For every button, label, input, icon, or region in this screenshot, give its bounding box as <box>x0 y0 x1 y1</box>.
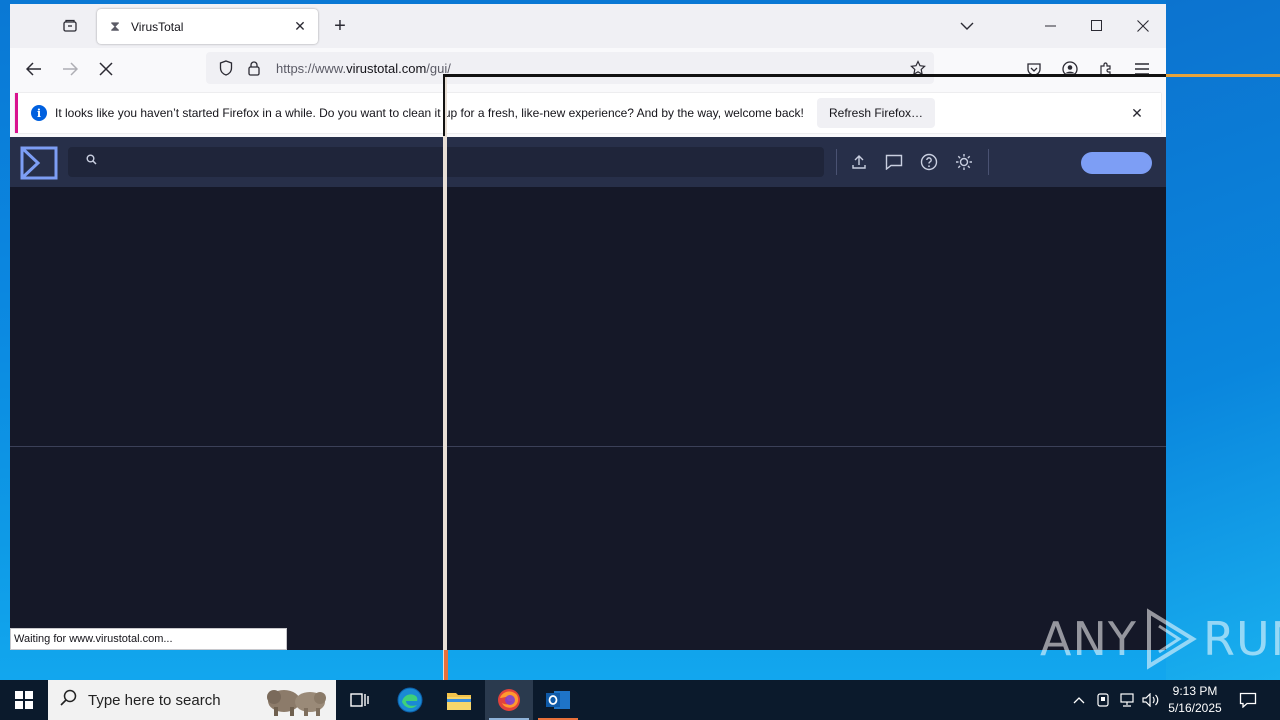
tab-manager-icon[interactable] <box>58 14 82 38</box>
hourglass-icon: ⧗ <box>110 18 120 34</box>
watermark-right-text: RUN <box>1202 612 1280 666</box>
clock-date: 5/16/2025 <box>1168 701 1222 715</box>
minimize-button[interactable] <box>1031 12 1071 40</box>
desktop-line <box>1166 74 1280 77</box>
search-placeholder: Type here to search <box>88 691 221 709</box>
pocket-icon[interactable] <box>1020 57 1048 81</box>
firefox-window: ⧗ VirusTotal ✕ + https://www.virustotal.… <box>10 4 1166 650</box>
taskbar: Type here to search 9:13 PM 5/16/2025 <box>0 680 1280 720</box>
close-tab-icon[interactable]: ✕ <box>292 18 308 35</box>
shield-icon[interactable] <box>214 56 238 80</box>
tab-bar: ⧗ VirusTotal ✕ + <box>10 4 1166 48</box>
tab-title: VirusTotal <box>131 19 184 34</box>
help-icon[interactable] <box>917 150 941 174</box>
menu-icon[interactable] <box>1128 57 1156 81</box>
clock-time: 9:13 PM <box>1172 684 1218 698</box>
forward-button[interactable] <box>56 57 84 81</box>
clock[interactable]: 9:13 PM 5/16/2025 <box>1160 683 1230 717</box>
overlay-line <box>443 74 1166 77</box>
upload-icon[interactable] <box>847 150 871 174</box>
play-logo-icon <box>1146 608 1197 670</box>
navigation-toolbar: https://www.virustotal.com/gui/ <box>10 48 1166 90</box>
notification-center-icon[interactable] <box>1234 680 1262 720</box>
search-icon <box>86 154 97 168</box>
chat-icon[interactable] <box>882 150 906 174</box>
elephants-image <box>267 690 326 716</box>
overlay-line <box>444 650 448 680</box>
network-icon[interactable] <box>1116 680 1138 720</box>
header-divider <box>988 149 989 175</box>
chevron-down-icon[interactable] <box>957 16 977 36</box>
new-tab-button[interactable]: + <box>328 14 352 38</box>
theme-sun-icon[interactable] <box>952 150 976 174</box>
taskbar-search-input[interactable]: Type here to search <box>48 680 336 720</box>
refresh-notification-bar: i It looks like you haven’t started Fire… <box>15 93 1161 133</box>
virustotal-logo-icon[interactable] <box>20 146 58 180</box>
stop-loading-button[interactable] <box>92 57 120 81</box>
refresh-firefox-button[interactable]: Refresh Firefox… <box>817 98 936 128</box>
extensions-icon[interactable] <box>1092 57 1120 81</box>
close-notification-icon[interactable]: ✕ <box>1127 103 1147 123</box>
search-icon <box>60 689 80 711</box>
header-divider <box>836 149 837 175</box>
desktop-background <box>1166 0 1280 680</box>
close-window-button[interactable] <box>1123 12 1163 40</box>
url-bar[interactable]: https://www.virustotal.com/gui/ <box>206 52 934 84</box>
meet-now-icon[interactable] <box>1092 680 1114 720</box>
watermark-left-text: ANY <box>1040 612 1137 666</box>
overlay-line <box>443 74 447 680</box>
url-text: https://www.virustotal.com/gui/ <box>276 60 451 76</box>
maximize-button[interactable] <box>1077 12 1117 40</box>
sign-in-button[interactable] <box>1081 152 1152 174</box>
edge-icon[interactable] <box>386 680 434 720</box>
tab-virustotal[interactable]: ⧗ VirusTotal ✕ <box>97 9 318 44</box>
start-button[interactable] <box>0 680 48 720</box>
virustotal-page <box>10 137 1166 650</box>
windows-logo-icon <box>15 691 33 709</box>
outlook-icon[interactable] <box>534 680 582 720</box>
volume-icon[interactable] <box>1140 680 1162 720</box>
content-divider <box>10 446 1166 447</box>
anyrun-watermark: ANY RUN <box>1040 606 1280 672</box>
back-button[interactable] <box>20 57 48 81</box>
firefox-taskbar-icon[interactable] <box>485 680 533 720</box>
notification-message: It looks like you haven’t started Firefo… <box>55 106 804 120</box>
overlay-line <box>443 74 445 136</box>
task-view-icon[interactable] <box>336 680 384 720</box>
lock-icon[interactable] <box>242 56 266 80</box>
account-icon[interactable] <box>1056 57 1084 81</box>
chevron-up-icon[interactable] <box>1068 680 1090 720</box>
info-icon: i <box>31 105 47 121</box>
vt-header <box>10 137 1166 187</box>
file-explorer-icon[interactable] <box>435 680 483 720</box>
status-bar: Waiting for www.virustotal.com... <box>10 628 287 650</box>
